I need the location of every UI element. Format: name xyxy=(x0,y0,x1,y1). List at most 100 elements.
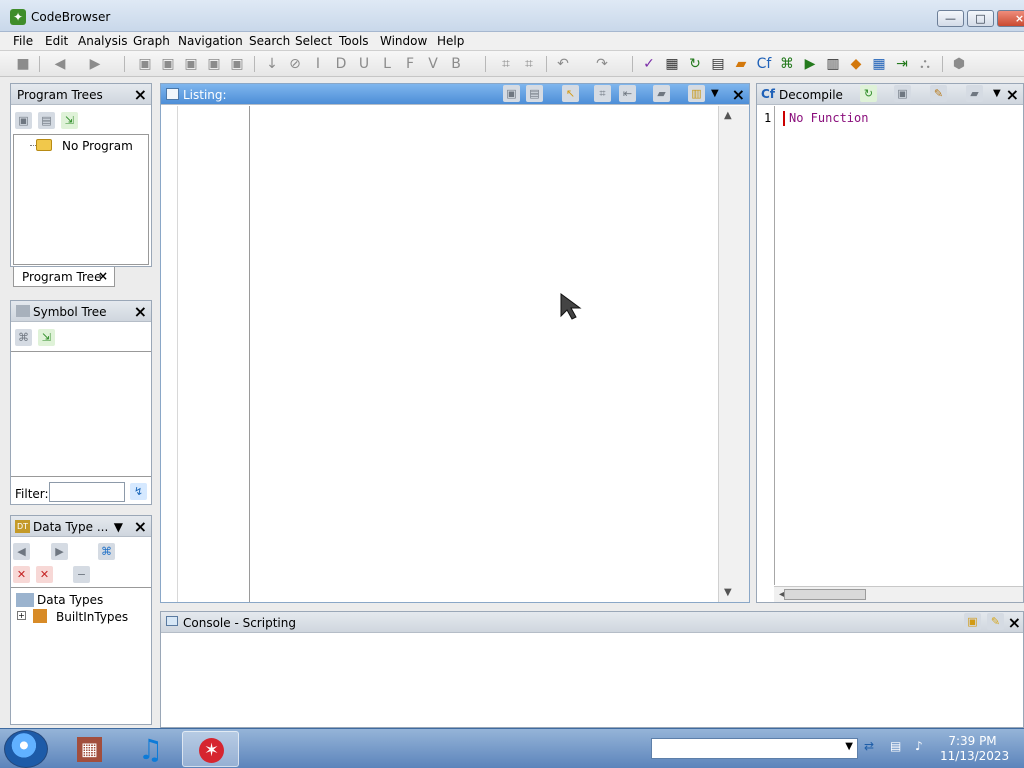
navigation-icon[interactable]: ⇤ xyxy=(619,85,636,102)
start-button[interactable] xyxy=(4,730,48,768)
data-types-tree[interactable]: Data Types + BuiltInTypes xyxy=(11,587,151,723)
data-types-root[interactable]: Data Types xyxy=(37,593,103,607)
graph-icon[interactable]: ⌘ xyxy=(778,55,796,73)
snapshot-icon[interactable]: ▰ xyxy=(653,85,670,102)
network-icon[interactable]: ⛬ xyxy=(916,55,934,73)
table-icon[interactable]: ▤ xyxy=(709,55,727,73)
forward-icon[interactable]: ▶ xyxy=(86,55,104,73)
paste-icon[interactable]: ▤ xyxy=(526,85,543,102)
scroll-down-icon[interactable]: ▼ xyxy=(724,587,732,598)
minimize-button[interactable]: — xyxy=(937,10,964,27)
maximize-button[interactable]: □ xyxy=(967,10,994,27)
field-icon[interactable]: ⌗ xyxy=(594,85,611,102)
scroll-up-icon[interactable]: ▲ xyxy=(724,110,732,121)
address-input[interactable]: ▼ xyxy=(651,738,858,759)
f-marker-icon[interactable]: F xyxy=(401,55,419,73)
table-icon[interactable]: ⌗ xyxy=(520,55,538,73)
graph-icon[interactable]: ⌘ xyxy=(98,543,115,560)
close-icon[interactable]: × xyxy=(1006,85,1019,104)
menu-file[interactable]: File xyxy=(13,34,33,48)
b-marker-icon[interactable]: B xyxy=(447,55,465,73)
ghidra-task-button[interactable]: ✶ xyxy=(182,731,239,767)
undo-icon[interactable]: ↶ xyxy=(554,55,572,73)
merge-icon[interactable]: ⇲ xyxy=(38,329,55,346)
tree-item-no-program[interactable]: No Program xyxy=(62,139,133,153)
filter-pointer-icon[interactable]: ✕ xyxy=(13,566,30,583)
menu-analysis[interactable]: Analysis xyxy=(78,34,127,48)
refresh-icon[interactable]: ↻ xyxy=(860,85,877,102)
close-button[interactable]: × xyxy=(997,10,1024,27)
symbol-tree-view[interactable] xyxy=(11,351,151,477)
table-icon[interactable]: ⌗ xyxy=(497,55,515,73)
copy-icon[interactable]: ▣ xyxy=(503,85,520,102)
close-icon[interactable]: × xyxy=(1008,613,1021,632)
cursor-icon[interactable]: ↖ xyxy=(562,85,579,102)
volume-muted-icon[interactable]: ♪ xyxy=(915,739,923,753)
bookmark-icon[interactable]: ▣ xyxy=(159,55,177,73)
chip-icon[interactable]: ▥ xyxy=(824,55,842,73)
grid-icon[interactable]: ▦ xyxy=(870,55,888,73)
music-task-button[interactable]: ♫ xyxy=(122,731,179,767)
menu-window[interactable]: Window xyxy=(380,34,427,48)
network-switch-icon[interactable]: ⇄ xyxy=(864,739,874,753)
close-icon[interactable]: × xyxy=(134,517,147,536)
chevron-down-icon[interactable]: ▼ xyxy=(711,88,719,99)
u-marker-icon[interactable]: U xyxy=(355,55,373,73)
menu-tools[interactable]: Tools xyxy=(339,34,369,48)
back-icon[interactable]: ◀ xyxy=(51,55,69,73)
console-output[interactable] xyxy=(161,634,1023,727)
v-marker-icon[interactable]: V xyxy=(424,55,442,73)
expand-icon[interactable]: + xyxy=(17,611,26,620)
check-icon[interactable]: ✓ xyxy=(640,55,658,73)
tree-tool-icon[interactable]: ▣ xyxy=(15,112,32,129)
bookmark-icon[interactable]: ▣ xyxy=(205,55,223,73)
filter-options-icon[interactable]: ↯ xyxy=(130,483,147,500)
network-icon[interactable]: ▤ xyxy=(890,739,901,753)
l-marker-icon[interactable]: L xyxy=(378,55,396,73)
format-icon[interactable]: ▥ xyxy=(688,85,705,102)
menu-edit[interactable]: Edit xyxy=(45,34,68,48)
bookmark-icon[interactable]: ▣ xyxy=(136,55,154,73)
bookmark-icon[interactable]: ▣ xyxy=(228,55,246,73)
menu-graph[interactable]: Graph xyxy=(133,34,170,48)
collapse-icon[interactable]: − xyxy=(73,566,90,583)
filter-array-icon[interactable]: ✕ xyxy=(36,566,53,583)
close-icon[interactable]: × xyxy=(98,269,108,283)
menu-select[interactable]: Select xyxy=(295,34,332,48)
scroll-thumb[interactable] xyxy=(784,589,866,600)
decompile-text[interactable]: No Function xyxy=(789,111,868,125)
decompile-horizontal-scrollbar[interactable]: ◀ xyxy=(774,586,1023,602)
symbol-tool-icon[interactable]: ⌘ xyxy=(15,329,32,346)
clear-icon[interactable]: ✎ xyxy=(987,613,1004,630)
play-icon[interactable]: ▶ xyxy=(801,55,819,73)
close-icon[interactable]: × xyxy=(732,85,745,104)
d-marker-icon[interactable]: D xyxy=(332,55,350,73)
chevron-down-icon[interactable]: ▼ xyxy=(993,88,1001,99)
bookmark-icon[interactable]: ▣ xyxy=(182,55,200,73)
snapshot-icon[interactable]: ▰ xyxy=(966,85,983,102)
builtin-types-item[interactable]: BuiltInTypes xyxy=(56,610,128,624)
archive-task-button[interactable]: ▦ xyxy=(61,731,118,767)
back-icon[interactable]: ◀ xyxy=(13,543,30,560)
menu-search[interactable]: Search xyxy=(249,34,290,48)
edit-icon[interactable]: ✎ xyxy=(930,85,947,102)
binary-icon[interactable]: ▦ xyxy=(663,55,681,73)
forward-icon[interactable]: ▶ xyxy=(51,543,68,560)
plugin-icon[interactable]: ⬢ xyxy=(950,55,968,73)
stop-icon[interactable]: ⊘ xyxy=(286,55,304,73)
refresh-icon[interactable]: ↻ xyxy=(686,55,704,73)
listing-scrollbar[interactable]: ▲ ▼ xyxy=(718,106,749,602)
menu-help[interactable]: Help xyxy=(437,34,464,48)
program-tree-view[interactable]: No Program xyxy=(13,134,149,265)
export-icon[interactable]: ⇥ xyxy=(893,55,911,73)
copy-icon[interactable]: ▣ xyxy=(894,85,911,102)
folder-tool-icon[interactable]: ▤ xyxy=(38,112,55,129)
i-marker-icon[interactable]: I xyxy=(309,55,327,73)
menu-navigation[interactable]: Navigation xyxy=(178,34,243,48)
folder-icon[interactable]: ▰ xyxy=(732,55,750,73)
diamond-icon[interactable]: ◆ xyxy=(847,55,865,73)
listing-view[interactable] xyxy=(250,106,718,602)
lock-icon[interactable]: ▣ xyxy=(964,613,981,630)
c-function-icon[interactable]: Cf xyxy=(755,55,773,73)
close-icon[interactable]: × xyxy=(134,85,147,104)
